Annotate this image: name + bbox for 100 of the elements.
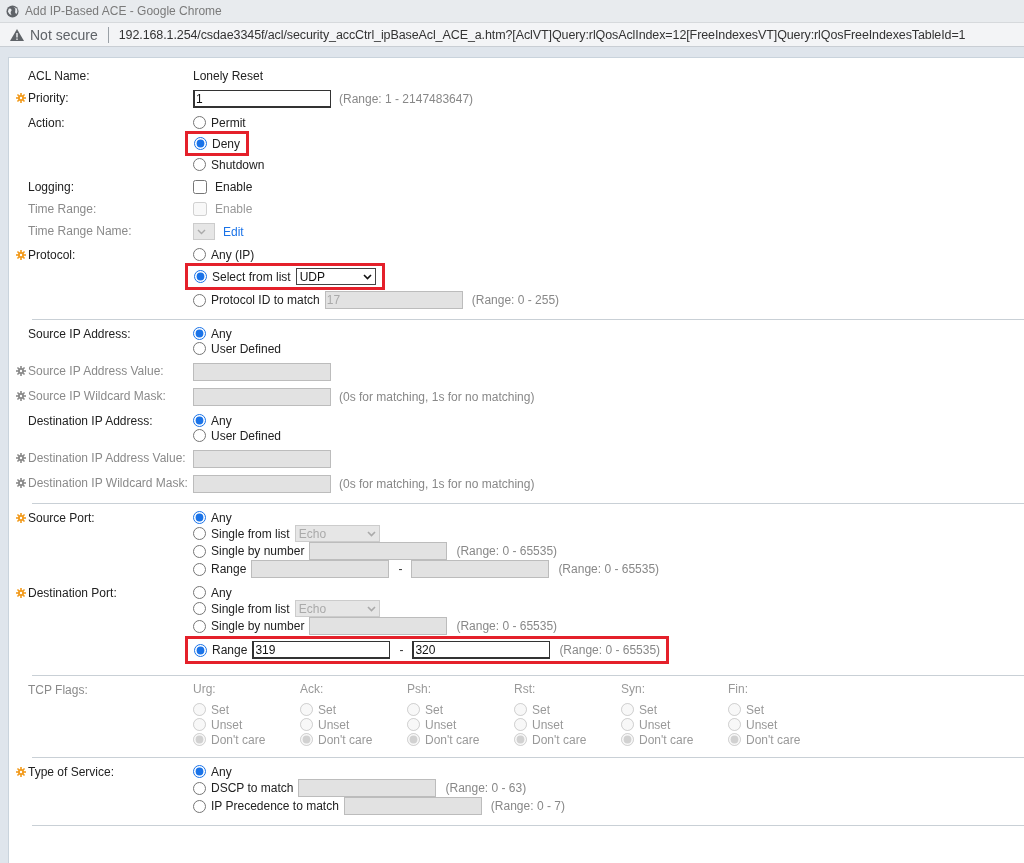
option-label: Any (IP)	[211, 247, 255, 262]
option-label: Unset	[211, 717, 243, 732]
url-text[interactable]: 192.168.1.254/csdae3345f/acl/security_accCtrl_ipBaseAcl_ACE_a.htm?[AclVT]Query:rlQosAclIndex=12[FreeIndexesVT]Query:rlQosFreeIndexesTableId=1	[118, 27, 966, 42]
field-label: Destination Port:	[28, 585, 117, 600]
text-field[interactable]: 320	[412, 641, 551, 659]
field-label: Source IP Address Value:	[28, 363, 164, 378]
radio-button[interactable]	[194, 270, 207, 283]
radio-button[interactable]	[193, 619, 206, 633]
field-label: Destination IP Address Value:	[28, 450, 186, 465]
option-label: Any	[211, 585, 232, 600]
radio-button[interactable]	[193, 158, 206, 171]
option-label: Don't care	[425, 732, 480, 747]
range-hint: (0s for matching, 1s for no matching)	[339, 477, 535, 491]
checkbox[interactable]	[193, 179, 207, 194]
option-label: Set	[746, 702, 764, 717]
option-label: Enable	[215, 179, 253, 194]
field-label: Logging:	[28, 179, 75, 194]
option-label: Set	[425, 702, 443, 717]
text-field[interactable]: 1	[193, 90, 331, 108]
flag-name: Syn:	[621, 682, 646, 696]
field-label: Destination IP Wildcard Mask:	[28, 475, 188, 490]
range-hint: (Range: 0 - 65535)	[559, 643, 661, 657]
field-label: Protocol:	[28, 247, 76, 262]
text-field[interactable]: 319	[252, 641, 391, 659]
radio-button[interactable]	[193, 342, 206, 355]
radio-button[interactable]	[193, 429, 206, 442]
option-label: Shutdown	[211, 157, 265, 172]
chevron-icon	[366, 530, 376, 537]
option-label: Any	[211, 326, 232, 341]
option-label: Enable	[215, 201, 253, 216]
option-label: Protocol ID to match	[211, 293, 320, 307]
option-label: Unset	[746, 717, 778, 732]
range-hint: (Range: 0 - 65535)	[456, 619, 558, 633]
radio-button[interactable]	[193, 765, 206, 778]
radio-button[interactable]	[193, 781, 206, 795]
radio-button[interactable]	[193, 511, 206, 524]
range-dash: -	[397, 562, 404, 576]
radio-button[interactable]	[193, 602, 206, 615]
field-label: TCP Flags:	[28, 682, 88, 697]
field-label: Priority:	[28, 90, 69, 105]
option-label: Set	[211, 702, 229, 717]
radio-button[interactable]	[193, 414, 206, 427]
field-label: Source IP Address:	[28, 326, 131, 341]
option-label: Range	[211, 562, 247, 576]
range-hint: (Range: 0 - 65535)	[558, 562, 660, 576]
field-label: Time Range Name:	[28, 223, 132, 238]
option-label: Any	[211, 510, 232, 525]
chevron-icon	[362, 273, 372, 280]
radio-button[interactable]	[193, 527, 206, 540]
option-label: Don't care	[639, 732, 694, 747]
option-label: Single by number	[211, 544, 305, 558]
radio-button[interactable]	[193, 116, 206, 129]
option-label: Single from list	[211, 601, 290, 616]
range-hint: (Range: 1 - 2147483647)	[339, 92, 474, 106]
option-label: Don't care	[211, 732, 266, 747]
warning-icon	[10, 28, 24, 41]
flag-name: Rst:	[514, 682, 537, 696]
option-label: Any	[211, 764, 232, 779]
field-label: Time Range:	[28, 201, 97, 216]
radio-button[interactable]	[193, 586, 206, 599]
option-label: Any	[211, 413, 232, 428]
field-label: Source Port:	[28, 510, 95, 525]
option-label: Don't care	[746, 732, 801, 747]
field-label: Source IP Wildcard Mask:	[28, 388, 166, 403]
flag-name: Psh:	[407, 682, 432, 696]
radio-button[interactable]	[193, 544, 206, 558]
option-label: Single by number	[211, 619, 305, 633]
flag-name: Ack:	[300, 682, 325, 696]
radio-button[interactable]	[194, 137, 207, 150]
radio-button[interactable]	[194, 643, 207, 657]
chevron-icon	[197, 228, 206, 235]
acl-name-value: Lonely Reset	[193, 68, 264, 83]
option-label: Unset	[639, 717, 671, 732]
dropdown[interactable]: UDP	[295, 268, 376, 285]
radio-button[interactable]	[193, 562, 206, 576]
option-label: DSCP to match	[211, 781, 294, 795]
range-hint: (Range: 0 - 7)	[490, 799, 565, 813]
radio-button[interactable]	[193, 248, 206, 261]
field-label: ACL Name:	[28, 68, 90, 83]
field-label: Action:	[28, 115, 65, 130]
security-label[interactable]: Not secure	[30, 26, 98, 43]
field-label: Destination IP Address:	[28, 413, 153, 428]
option-label: Set	[639, 702, 657, 717]
option-label: Don't care	[318, 732, 373, 747]
radio-button[interactable]	[193, 799, 206, 813]
option-label: Deny	[212, 136, 240, 151]
radio-button[interactable]	[193, 327, 206, 340]
option-label: IP Precedence to match	[211, 799, 339, 813]
option-label: Set	[532, 702, 550, 717]
option-label: User Defined	[211, 428, 282, 443]
radio-button[interactable]	[193, 293, 206, 307]
option-label: Select from list	[212, 269, 291, 284]
range-hint: (Range: 0 - 63)	[445, 781, 527, 795]
chevron-icon	[366, 605, 376, 612]
option-label: Don't care	[532, 732, 587, 747]
flag-name: Urg:	[193, 682, 217, 696]
option-label: Range	[212, 643, 248, 657]
option-label: Single from list	[211, 526, 290, 541]
range-hint: (Range: 0 - 65535)	[456, 544, 558, 558]
range-hint: (Range: 0 - 255)	[471, 293, 560, 307]
